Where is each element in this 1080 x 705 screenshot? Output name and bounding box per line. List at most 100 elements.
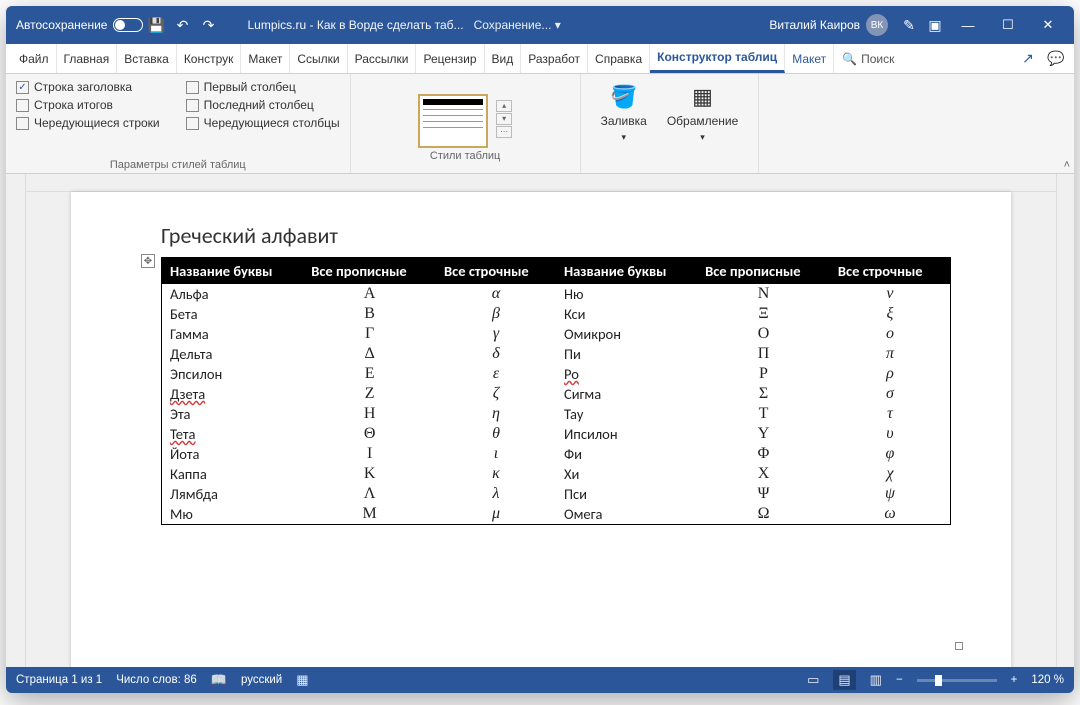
cell-lower[interactable]: α: [436, 284, 556, 304]
cell-lower[interactable]: ι: [436, 444, 556, 464]
cell-upper[interactable]: Ο: [697, 324, 830, 344]
table-move-handle[interactable]: ✥: [141, 254, 155, 268]
cell-upper[interactable]: Μ: [303, 504, 436, 525]
collapse-ribbon-icon[interactable]: ˄: [1064, 159, 1070, 171]
cell-lower[interactable]: ξ: [830, 304, 951, 324]
cell-name[interactable]: Хи: [556, 464, 697, 484]
cell-name[interactable]: Фи: [556, 444, 697, 464]
page[interactable]: ✥ Греческий алфавит Название буквы Все п…: [71, 192, 1011, 667]
cell-upper[interactable]: Ε: [303, 364, 436, 384]
tab-references[interactable]: Ссылки: [290, 44, 347, 73]
cell-name[interactable]: Сигма: [556, 384, 697, 404]
cell-lower[interactable]: σ: [830, 384, 951, 404]
zoom-in-button[interactable]: +: [1011, 674, 1018, 686]
greek-table[interactable]: Название буквы Все прописные Все строчны…: [161, 257, 951, 525]
cell-name[interactable]: Альфа: [162, 284, 304, 304]
cell-upper[interactable]: Υ: [697, 424, 830, 444]
maximize-button[interactable]: ☐: [988, 6, 1028, 44]
cell-lower[interactable]: β: [436, 304, 556, 324]
tab-review[interactable]: Рецензир: [416, 44, 484, 73]
cell-name[interactable]: Ро: [556, 364, 697, 384]
cell-name[interactable]: Омега: [556, 504, 697, 525]
user-account[interactable]: Виталий Каиров ВК: [769, 14, 888, 36]
cell-upper[interactable]: Ρ: [697, 364, 830, 384]
table-row[interactable]: ТетаΘθИпсилонΥυ: [162, 424, 951, 444]
cell-name[interactable]: Каппа: [162, 464, 304, 484]
cell-upper[interactable]: Η: [303, 404, 436, 424]
table-row[interactable]: КаппаΚκХиΧχ: [162, 464, 951, 484]
th-lower-1[interactable]: Все строчные: [436, 258, 556, 285]
table-row[interactable]: ДельтаΔδПиΠπ: [162, 344, 951, 364]
cell-upper[interactable]: Λ: [303, 484, 436, 504]
cell-lower[interactable]: ν: [830, 284, 951, 304]
cell-lower[interactable]: θ: [436, 424, 556, 444]
cell-name[interactable]: Дзета: [162, 384, 304, 404]
zoom-level[interactable]: 120 %: [1031, 674, 1064, 686]
th-upper-1[interactable]: Все прописные: [303, 258, 436, 285]
cell-name[interactable]: Ню: [556, 284, 697, 304]
tab-home[interactable]: Главная: [57, 44, 118, 73]
table-row[interactable]: ЭтаΗηТауΤτ: [162, 404, 951, 424]
table-row[interactable]: АльфаΑαНюΝν: [162, 284, 951, 304]
table-style-preview[interactable]: [418, 94, 488, 148]
cell-upper[interactable]: Τ: [697, 404, 830, 424]
table-row[interactable]: ЙотаΙιФиΦφ: [162, 444, 951, 464]
focus-view-icon[interactable]: ▭: [807, 672, 819, 688]
cell-lower[interactable]: ε: [436, 364, 556, 384]
cell-upper[interactable]: Φ: [697, 444, 830, 464]
cell-lower[interactable]: ρ: [830, 364, 951, 384]
table-row[interactable]: ЭпсилонΕεРоΡρ: [162, 364, 951, 384]
cell-name[interactable]: Бета: [162, 304, 304, 324]
cell-lower[interactable]: υ: [830, 424, 951, 444]
minimize-button[interactable]: —: [948, 6, 988, 44]
tab-developer[interactable]: Разработ: [521, 44, 588, 73]
cell-name[interactable]: Гамма: [162, 324, 304, 344]
macro-icon[interactable]: ▦: [296, 672, 308, 688]
cell-lower[interactable]: ζ: [436, 384, 556, 404]
cell-lower[interactable]: λ: [436, 484, 556, 504]
cell-lower[interactable]: φ: [830, 444, 951, 464]
table-row[interactable]: ГаммаΓγОмикронΟο: [162, 324, 951, 344]
autosave-toggle[interactable]: Автосохранение: [16, 18, 143, 32]
th-name-1[interactable]: Название буквы: [162, 258, 304, 285]
cell-lower[interactable]: γ: [436, 324, 556, 344]
table-row[interactable]: МюΜμОмегаΩω: [162, 504, 951, 525]
tab-view[interactable]: Вид: [485, 44, 522, 73]
cell-upper[interactable]: Ω: [697, 504, 830, 525]
tab-insert[interactable]: Вставка: [117, 44, 177, 73]
cell-name[interactable]: Тета: [162, 424, 304, 444]
proofing-icon[interactable]: 📖: [211, 672, 227, 688]
status-words[interactable]: Число слов: 86: [116, 674, 197, 686]
tab-layout[interactable]: Макет: [241, 44, 290, 73]
tab-table-design[interactable]: Конструктор таблиц: [650, 44, 785, 73]
cell-name[interactable]: Эпсилон: [162, 364, 304, 384]
th-upper-2[interactable]: Все прописные: [697, 258, 830, 285]
shading-button[interactable]: 🪣 Заливка▾: [591, 80, 657, 147]
cell-lower[interactable]: ο: [830, 324, 951, 344]
cell-name[interactable]: Тау: [556, 404, 697, 424]
cell-lower[interactable]: χ: [830, 464, 951, 484]
check-banded-cols[interactable]: Чередующиеся столбцы: [186, 116, 340, 130]
cell-name[interactable]: Пси: [556, 484, 697, 504]
cell-name[interactable]: Эта: [162, 404, 304, 424]
cell-upper[interactable]: Ψ: [697, 484, 830, 504]
cell-upper[interactable]: Ν: [697, 284, 830, 304]
close-button[interactable]: ✕: [1028, 6, 1068, 44]
cell-upper[interactable]: Δ: [303, 344, 436, 364]
ruler-horizontal[interactable]: [26, 174, 1056, 192]
cell-upper[interactable]: Ι: [303, 444, 436, 464]
cell-lower[interactable]: μ: [436, 504, 556, 525]
cell-name[interactable]: Лямбда: [162, 484, 304, 504]
tab-help[interactable]: Справка: [588, 44, 650, 73]
cell-name[interactable]: Пи: [556, 344, 697, 364]
borders-button[interactable]: ▦ Обрамление▾: [657, 80, 748, 147]
cell-lower[interactable]: δ: [436, 344, 556, 364]
table-resize-handle[interactable]: [955, 642, 963, 650]
table-row[interactable]: ДзетаΖζСигмаΣσ: [162, 384, 951, 404]
cell-lower[interactable]: π: [830, 344, 951, 364]
cell-name[interactable]: Омикрон: [556, 324, 697, 344]
cell-upper[interactable]: Β: [303, 304, 436, 324]
cell-lower[interactable]: τ: [830, 404, 951, 424]
scrollbar-vertical[interactable]: [1056, 174, 1074, 667]
search-box[interactable]: 🔍Поиск: [834, 44, 902, 73]
